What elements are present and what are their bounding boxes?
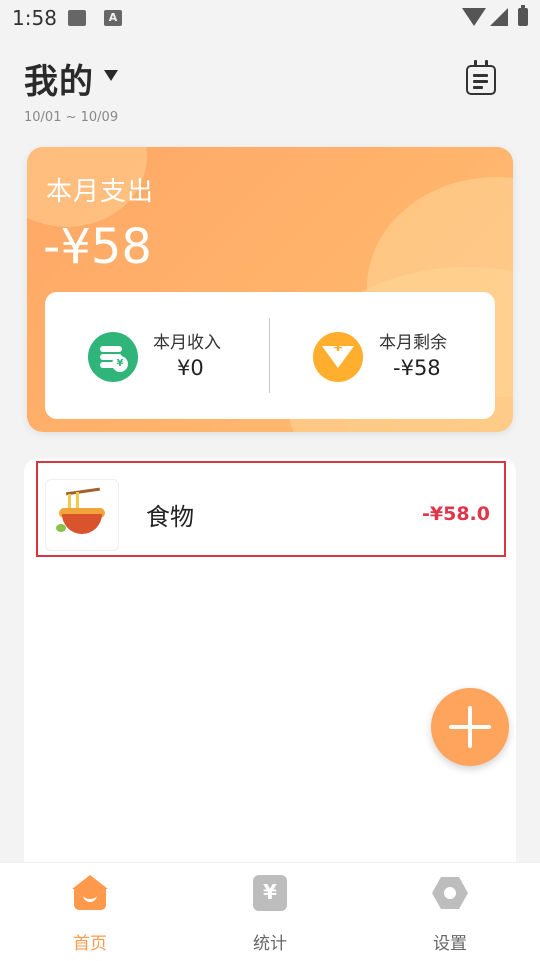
battery-icon — [518, 5, 528, 26]
balance-down-icon: ¥ — [313, 332, 363, 382]
noodle-bowl-icon — [45, 479, 119, 551]
tab-settings[interactable]: 设置 — [360, 863, 540, 961]
monthly-income-label: 本月收入 — [153, 333, 221, 353]
gear-icon — [432, 877, 468, 909]
calendar-button[interactable] — [466, 60, 496, 95]
monthly-summary-card: 本月支出 -¥58 ¥ 本月收入 ¥0 ¥ 本月剩余 -¥58 — [27, 147, 513, 432]
home-icon — [72, 875, 108, 911]
income-balance-panel: ¥ 本月收入 ¥0 ¥ 本月剩余 -¥58 — [45, 292, 495, 419]
calendar-icon — [474, 60, 477, 67]
status-time: 1:58 — [12, 6, 57, 30]
record-amount: -¥58.0 — [422, 503, 490, 525]
monthly-income-value: ¥0 — [177, 356, 204, 380]
tab-settings-label: 设置 — [433, 934, 467, 954]
image-notification-icon — [68, 10, 86, 26]
account-title[interactable]: 我的 — [24, 54, 94, 103]
divider — [269, 318, 270, 393]
tab-stats[interactable]: ¥ 统计 — [180, 863, 360, 961]
date-range: 10/01 ~ 10/09 — [24, 110, 119, 125]
signal-icon — [490, 8, 508, 26]
record-category: 食物 — [146, 503, 194, 531]
caret-down-icon[interactable] — [104, 70, 118, 81]
bottom-nav: 首页 ¥ 统计 设置 — [0, 862, 540, 961]
stats-icon: ¥ — [253, 875, 287, 911]
tab-stats-label: 统计 — [253, 934, 287, 954]
monthly-balance-value: -¥58 — [393, 356, 441, 380]
add-record-button[interactable] — [431, 688, 509, 766]
status-bar: 1:58 A — [0, 0, 540, 36]
wifi-icon — [462, 8, 486, 26]
tab-home-label: 首页 — [73, 934, 107, 954]
coins-icon: ¥ — [88, 332, 138, 382]
monthly-balance-label: 本月剩余 — [379, 333, 447, 353]
text-notification-icon: A — [104, 10, 122, 26]
monthly-expense-label: 本月支出 — [46, 177, 155, 207]
tab-home[interactable]: 首页 — [0, 863, 180, 961]
monthly-expense-amount: -¥58 — [43, 219, 152, 275]
record-row-food[interactable]: 食物 -¥58.0 — [36, 461, 506, 557]
